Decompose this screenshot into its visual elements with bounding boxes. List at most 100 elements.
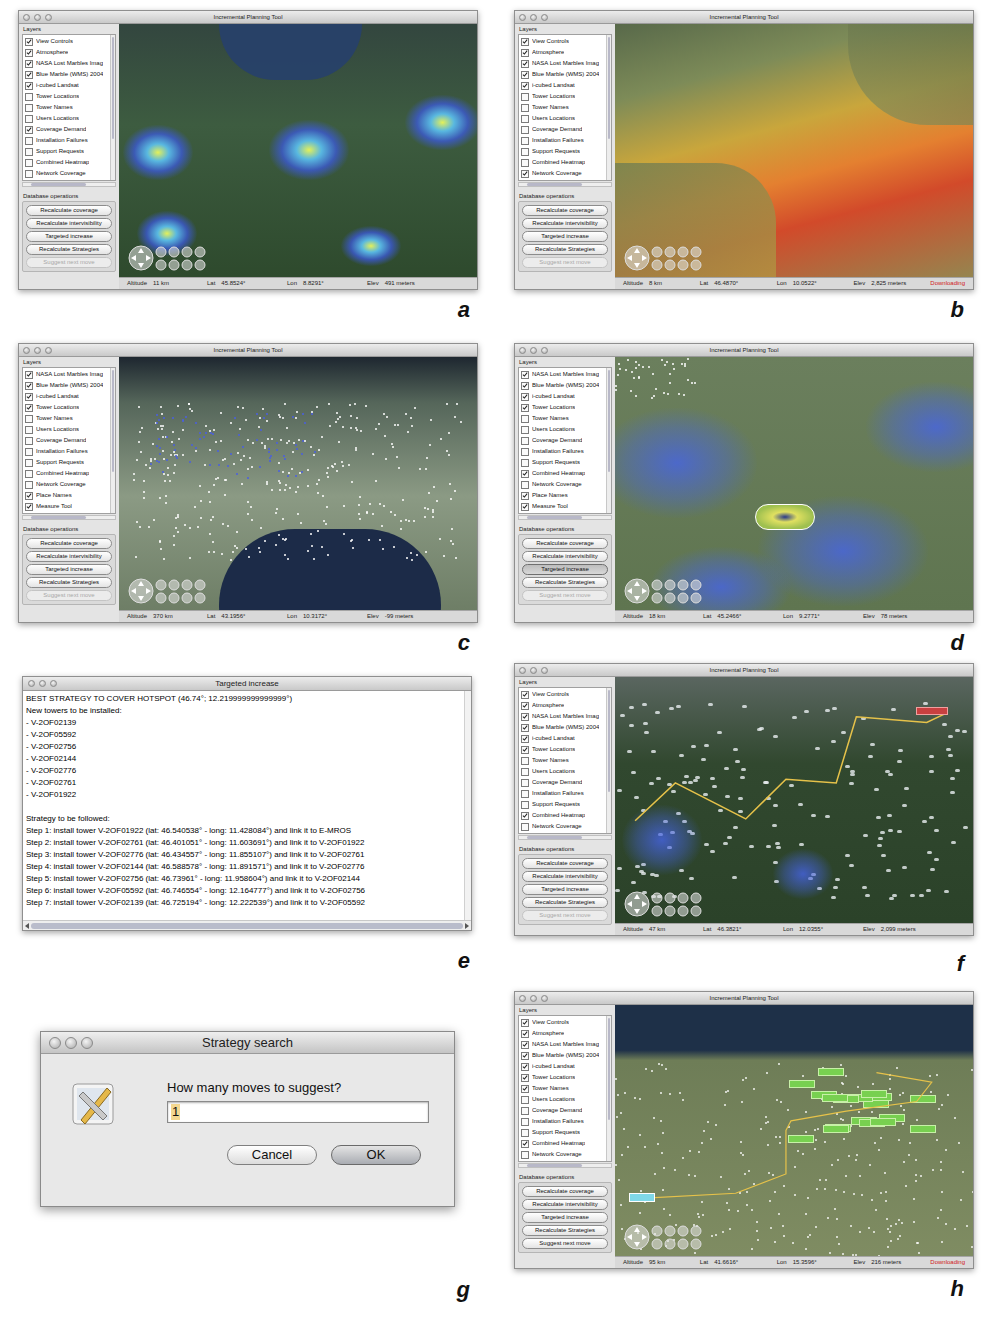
operation-button[interactable]: Recalculate intervisibility [522, 1199, 608, 1210]
layer-row[interactable]: Installation Failures [23, 446, 110, 457]
layer-row[interactable]: i-cubed Landsat [519, 391, 606, 402]
checkbox[interactable] [521, 49, 529, 57]
layer-row[interactable]: Coverage Demand [519, 124, 606, 135]
layer-row[interactable]: Tower Names [519, 1083, 606, 1094]
checkbox[interactable] [25, 448, 33, 456]
layer-row[interactable]: Support Requests [519, 146, 606, 157]
navigation-controls-icon[interactable] [623, 577, 707, 605]
scroll-left-icon[interactable] [25, 923, 29, 929]
window-button[interactable] [530, 667, 537, 674]
layer-row[interactable]: Tower Locations [519, 744, 606, 755]
checkbox[interactable] [521, 93, 529, 101]
checkbox[interactable] [521, 1019, 529, 1027]
layer-row[interactable]: NASA Lost Marbles Imag [519, 369, 606, 380]
checkbox[interactable] [521, 38, 529, 46]
window-button[interactable] [519, 667, 526, 674]
layer-row[interactable]: Users Locations [519, 424, 606, 435]
map-view[interactable] [615, 24, 973, 277]
window-button[interactable] [28, 680, 35, 687]
horizontal-scrollbar[interactable] [22, 182, 116, 187]
layer-row[interactable]: Users Locations [519, 1094, 606, 1105]
checkbox[interactable] [521, 126, 529, 134]
checkbox[interactable] [25, 371, 33, 379]
operation-button[interactable]: Recalculate intervisibility [522, 871, 608, 882]
map-canvas[interactable] [615, 357, 973, 610]
operation-button[interactable]: Recalculate coverage [522, 205, 608, 216]
layer-row[interactable]: Combined Heatmap [23, 157, 110, 168]
layer-row[interactable]: Tower Locations [519, 91, 606, 102]
checkbox[interactable] [25, 170, 33, 178]
operation-button[interactable]: Recalculate Strategies [522, 1225, 608, 1236]
checkbox[interactable] [521, 1074, 529, 1082]
layer-row[interactable]: Measure Tool [519, 501, 606, 512]
checkbox[interactable] [521, 170, 529, 178]
layer-row[interactable]: Coverage Demand [23, 435, 110, 446]
window-button[interactable] [541, 14, 548, 21]
window-button[interactable] [530, 347, 537, 354]
map-view[interactable] [615, 1005, 973, 1256]
layer-row[interactable]: i-cubed Landsat [519, 80, 606, 91]
window-button[interactable] [65, 1037, 77, 1049]
checkbox[interactable] [521, 713, 529, 721]
checkbox[interactable] [25, 415, 33, 423]
layer-row[interactable]: Combined Heatmap [519, 157, 606, 168]
layer-row[interactable]: i-cubed Landsat [23, 391, 110, 402]
layer-row[interactable]: Measure Tool [23, 501, 110, 512]
layer-row[interactable]: Tower Names [519, 413, 606, 424]
horizontal-scrollbar[interactable] [23, 920, 471, 930]
operation-button[interactable]: Targeted increase [26, 231, 112, 242]
checkbox[interactable] [25, 426, 33, 434]
map-view[interactable] [119, 24, 477, 277]
scrollbar[interactable] [606, 35, 611, 180]
layer-row[interactable]: View Controls [519, 689, 606, 700]
checkbox[interactable] [521, 426, 529, 434]
layer-row[interactable]: Blue Marble (WMS) 2004 [23, 380, 110, 391]
layer-row[interactable]: Tower Names [519, 755, 606, 766]
source-tower-marker[interactable] [629, 1193, 655, 1202]
layer-row[interactable]: View Controls [23, 36, 110, 47]
layer-row[interactable]: Atmosphere [519, 47, 606, 58]
checkbox[interactable] [521, 823, 529, 831]
operation-button[interactable]: Targeted increase [26, 564, 112, 575]
checkbox[interactable] [25, 126, 33, 134]
checkbox[interactable] [521, 724, 529, 732]
operation-button[interactable]: Suggest next move [522, 257, 608, 268]
layer-row[interactable]: Tower Locations [23, 402, 110, 413]
checkbox[interactable] [521, 1052, 529, 1060]
checkbox[interactable] [521, 448, 529, 456]
checkbox[interactable] [521, 1140, 529, 1148]
layer-row[interactable]: Blue Marble (WMS) 2004 [23, 69, 110, 80]
checkbox[interactable] [25, 393, 33, 401]
layer-row[interactable]: Tower Locations [23, 91, 110, 102]
operation-button[interactable]: Recalculate intervisibility [26, 218, 112, 229]
operation-button[interactable]: Recalculate coverage [26, 205, 112, 216]
window-button[interactable] [23, 14, 30, 21]
layer-row[interactable]: Support Requests [519, 457, 606, 468]
layer-row[interactable]: Users Locations [23, 113, 110, 124]
layer-row[interactable]: Support Requests [519, 799, 606, 810]
layer-row[interactable]: i-cubed Landsat [519, 1061, 606, 1072]
checkbox[interactable] [521, 82, 529, 90]
layer-row[interactable]: Users Locations [519, 766, 606, 777]
checkbox[interactable] [521, 148, 529, 156]
checkbox[interactable] [521, 746, 529, 754]
layer-row[interactable]: Installation Failures [23, 135, 110, 146]
checkbox[interactable] [25, 159, 33, 167]
checkbox[interactable] [521, 801, 529, 809]
checkbox[interactable] [25, 148, 33, 156]
operation-button[interactable]: Recalculate Strategies [26, 244, 112, 255]
checkbox[interactable] [521, 459, 529, 467]
layer-row[interactable]: Coverage Demand [519, 435, 606, 446]
window-button[interactable] [519, 995, 526, 1002]
operation-button[interactable]: Suggest next move [522, 1238, 608, 1249]
layer-row[interactable]: Coverage Demand [519, 1105, 606, 1116]
layer-row[interactable]: Blue Marble (WMS) 2004 [519, 380, 606, 391]
checkbox[interactable] [521, 1151, 529, 1159]
layer-row[interactable]: Users Locations [519, 113, 606, 124]
scroll-right-icon[interactable] [465, 923, 469, 929]
checkbox[interactable] [521, 1107, 529, 1115]
layer-row[interactable]: Installation Failures [519, 1116, 606, 1127]
layer-row[interactable]: Installation Failures [519, 446, 606, 457]
layer-row[interactable]: Installation Failures [519, 135, 606, 146]
layer-row[interactable]: Combined Heatmap [519, 468, 606, 479]
